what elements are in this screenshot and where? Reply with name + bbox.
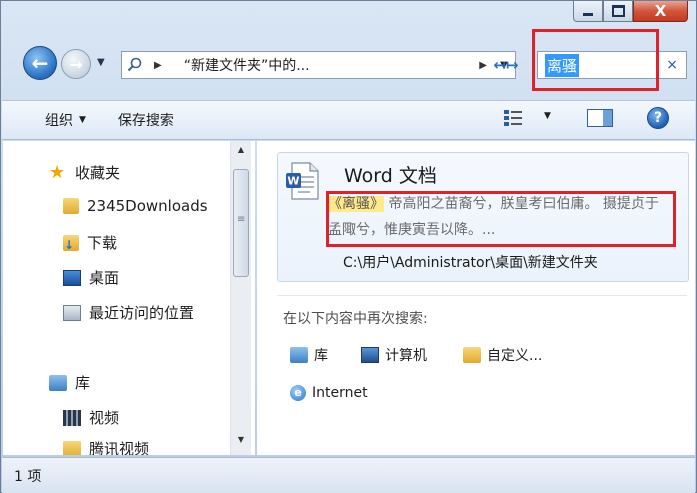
maximize-button[interactable] (603, 1, 633, 22)
breadcrumb-arrow-icon[interactable]: ▶ (154, 60, 162, 71)
navpane-scrollbar[interactable]: ▲ ▼ (230, 141, 251, 455)
nav-favorites-label: 收藏夹 (75, 164, 121, 182)
command-toolbar: 组织 ▼ 保存搜索 ▼ ? (2, 100, 695, 140)
maximize-icon (611, 5, 625, 17)
refresh-button[interactable]: ↤↦ (492, 51, 520, 79)
scroll-down-icon[interactable]: ▼ (231, 435, 251, 449)
nav-library[interactable]: 库 (49, 372, 90, 393)
nav-item-label: 视频 (89, 409, 120, 427)
save-search-button[interactable]: 保存搜索 (118, 110, 174, 130)
recent-places-icon (63, 304, 81, 321)
word-document-icon: W (286, 162, 319, 200)
close-button[interactable]: X (633, 1, 688, 22)
recent-pages-dropdown[interactable]: ▼ (97, 57, 105, 68)
organize-label: 组织 (45, 113, 73, 129)
nav-item-2345downloads[interactable]: 2345Downloads (63, 197, 208, 215)
minimize-button[interactable] (573, 1, 603, 22)
nav-library-label: 库 (75, 374, 91, 392)
view-dropdown-icon[interactable]: ▼ (544, 111, 551, 121)
snippet-highlight-box (326, 191, 676, 247)
nav-item-recent-places[interactable]: 最近访问的位置 (63, 302, 194, 323)
nav-item-tencent-video[interactable]: 腾讯视频 (63, 438, 149, 455)
results-pane: W Word 文档 《离骚》 帝高阳之苗裔兮，朕皇考曰伯庸。 摄提贞于孟陬兮，惟… (257, 141, 695, 455)
view-options-icon[interactable] (504, 110, 522, 126)
nav-item-downloads[interactable]: ↓ 下载 (63, 232, 117, 253)
library-icon (49, 374, 67, 391)
back-button[interactable]: ← (23, 46, 57, 80)
computer-icon (361, 347, 379, 363)
explorer-window: X ← → ▼ ▶ “新建文件夹”中的... ▶ ▼ ↤↦ 离骚 × 组织 ▼ 保… (0, 0, 697, 493)
organize-button[interactable]: 组织 ▼ (45, 110, 86, 130)
save-search-label: 保存搜索 (117, 113, 174, 129)
folder-icon (63, 440, 81, 455)
nav-item-label: 2345Downloads (87, 197, 208, 215)
nav-item-label: 最近访问的位置 (89, 304, 195, 322)
custom-folder-icon (463, 347, 481, 363)
nav-item-desktop[interactable]: 桌面 (63, 267, 119, 288)
location-label: Internet (312, 385, 368, 401)
star-icon: ★ (49, 161, 66, 183)
search-again-computer[interactable]: 计算机 (361, 345, 427, 365)
location-label: 自定义... (487, 348, 543, 364)
address-bar[interactable]: ▶ “新建文件夹”中的... ▶ ▼ (121, 51, 516, 79)
nav-item-videos[interactable]: 视频 (63, 407, 119, 428)
scroll-thumb[interactable] (233, 169, 249, 277)
nav-item-label: 下载 (87, 234, 118, 252)
search-icon (122, 57, 148, 73)
nav-favorites[interactable]: ★ 收藏夹 (49, 162, 120, 183)
breadcrumb-arrow-icon[interactable]: ▶ (479, 60, 487, 71)
minimize-icon (583, 12, 593, 16)
result-title[interactable]: Word 文档 (344, 161, 437, 188)
downloads-folder-icon: ↓ (63, 234, 79, 252)
folder-icon (63, 198, 79, 214)
forward-arrow-icon: → (69, 54, 83, 74)
search-again-libraries[interactable]: 库 (290, 345, 328, 365)
search-again-internet[interactable]: e Internet (290, 385, 368, 401)
back-arrow-icon: ← (31, 51, 49, 75)
navigation-pane: ★ 收藏夹 2345Downloads ↓ 下载 桌面 最近访问的位置 库 视频 (3, 141, 255, 455)
status-bar: 1 项 (2, 457, 695, 493)
item-count: 1 项 (14, 468, 42, 485)
search-again-custom[interactable]: 自定义... (463, 345, 542, 365)
preview-pane-icon[interactable] (587, 109, 613, 127)
clear-search-button[interactable]: × (666, 57, 678, 73)
internet-explorer-icon: e (290, 385, 306, 401)
refresh-icon: ↤↦ (493, 56, 519, 74)
result-path: C:\用户\Administrator\桌面\新建文件夹 (343, 255, 598, 271)
chevron-down-icon: ▼ (79, 115, 86, 125)
location-label: 计算机 (385, 348, 427, 364)
search-highlight-box (532, 29, 659, 91)
scroll-up-icon[interactable]: ▲ (231, 145, 251, 159)
search-again-label: 在以下内容中再次搜索: (283, 311, 428, 327)
video-library-icon (63, 409, 81, 426)
forward-button[interactable]: → (61, 49, 91, 79)
library-icon (290, 347, 308, 363)
address-path[interactable]: “新建文件夹”中的... (184, 55, 474, 75)
desktop-icon (63, 269, 81, 286)
divider (277, 295, 687, 296)
caption-buttons: X (573, 1, 688, 23)
svg-text:W: W (287, 175, 299, 188)
help-icon[interactable]: ? (647, 107, 669, 129)
nav-item-label: 桌面 (89, 269, 120, 287)
location-label: 库 (314, 348, 328, 364)
nav-item-label: 腾讯视频 (89, 440, 150, 455)
